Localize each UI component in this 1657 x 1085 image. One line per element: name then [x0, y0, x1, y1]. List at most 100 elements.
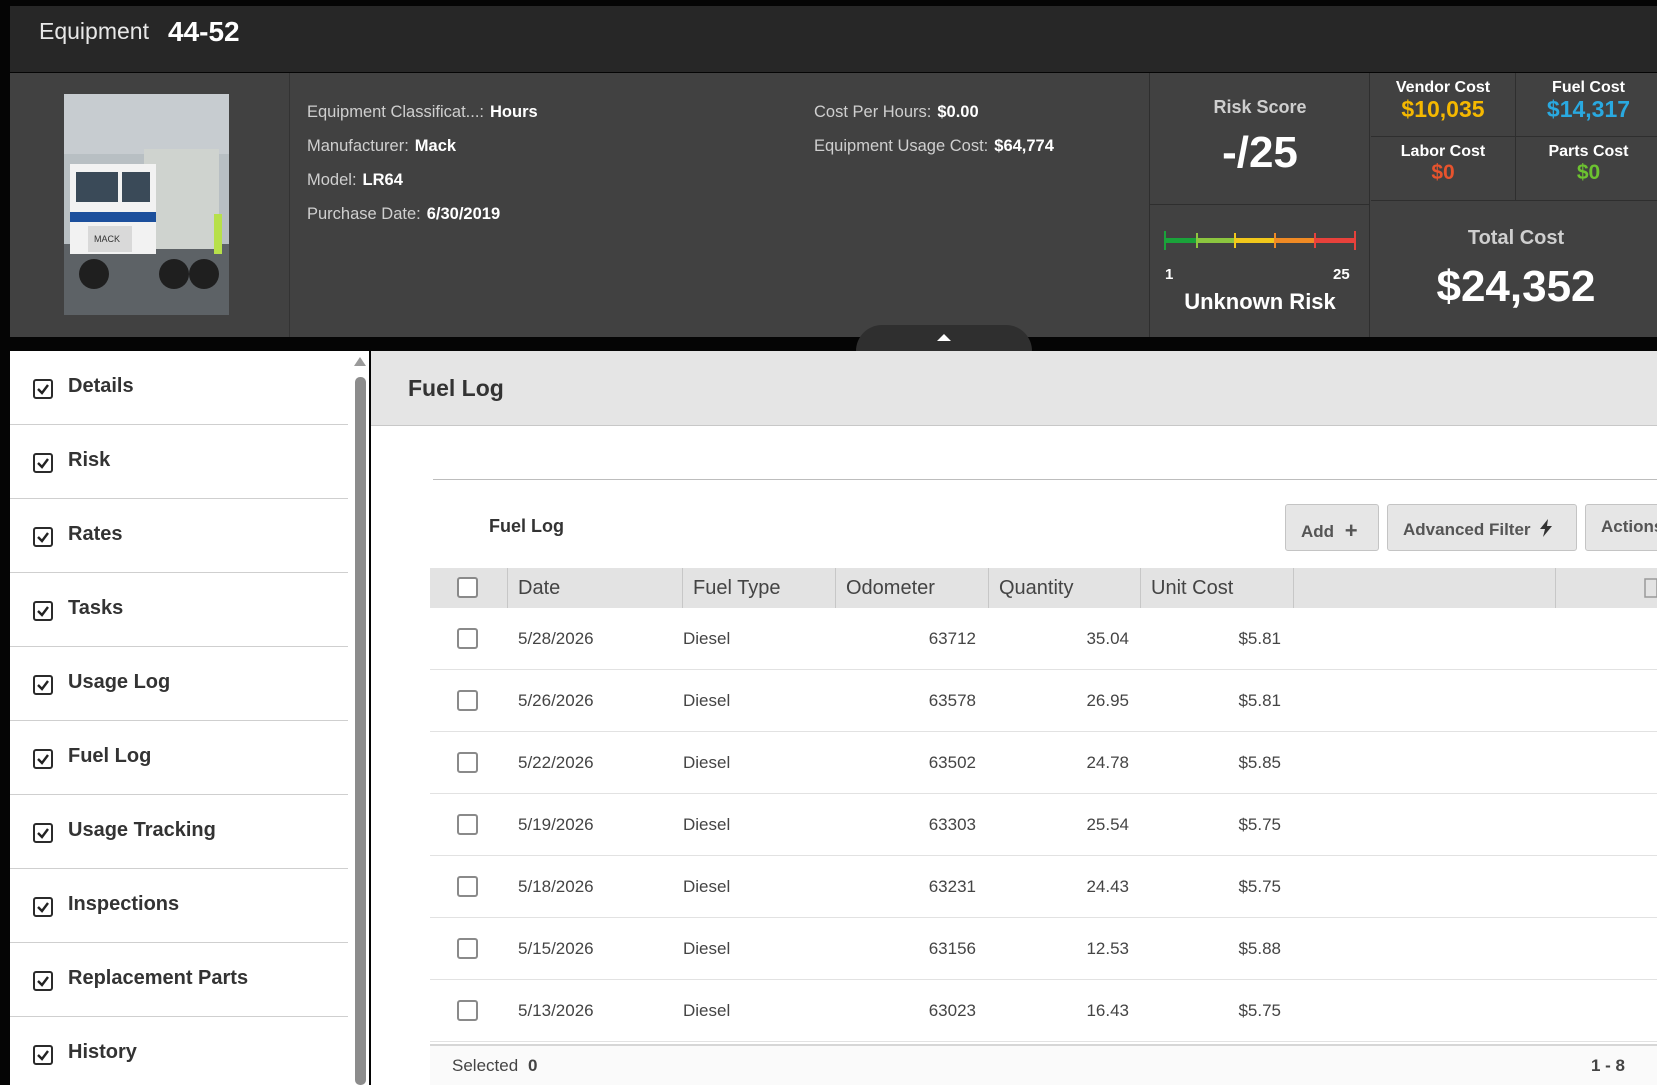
vendor-cost-label: Vendor Cost [1395, 79, 1491, 96]
sidebar-item-label: Rates [68, 523, 123, 545]
fuel-cost-label: Fuel Cost [1552, 79, 1625, 96]
column-header-unit-cost[interactable]: Unit Cost [1141, 568, 1294, 608]
cell-odometer: 63023 [928, 1001, 976, 1020]
sidebar-item-label: History [68, 1041, 137, 1063]
column-header-quantity[interactable]: Quantity [989, 568, 1141, 608]
sidebar-item-details[interactable]: Details [10, 351, 348, 425]
vendor-cost: Vendor Cost $10,035 [1371, 73, 1516, 137]
checkbox-checked-icon[interactable] [33, 971, 53, 991]
labor-cost-value: $0 [1431, 161, 1455, 184]
advanced-filter-button[interactable]: Advanced Filter [1387, 504, 1577, 551]
sidebar-item-label: Usage Tracking [68, 819, 216, 841]
sidebar-item-risk[interactable]: Risk [10, 425, 348, 499]
column-header-odometer[interactable]: Odometer [836, 568, 989, 608]
row-checkbox[interactable] [457, 814, 478, 835]
row-checkbox[interactable] [457, 690, 478, 711]
divider [1150, 204, 1370, 205]
risk-score-label: Risk Score [1213, 97, 1307, 117]
column-header-date[interactable]: Date [508, 568, 683, 608]
cell-date: 5/26/2026 [518, 691, 594, 710]
checkbox-checked-icon[interactable] [33, 749, 53, 769]
cost-fields: Cost Per Hours: $0.00 Equipment Usage Cos… [814, 103, 1054, 171]
table-row[interactable]: 5/15/2026 Diesel 63156 12.53 $5.88 [430, 918, 1657, 980]
cell-odometer: 63303 [928, 815, 976, 834]
checkbox-checked-icon[interactable] [33, 527, 53, 547]
table-row[interactable]: 5/26/2026 Diesel 63578 26.95 $5.81 [430, 670, 1657, 732]
cell-unit-cost: $5.75 [1238, 877, 1281, 896]
select-all-checkbox[interactable] [457, 577, 478, 598]
table-row[interactable]: 5/28/2026 Diesel 63712 35.04 $5.81 [430, 608, 1657, 670]
collapse-panel-button[interactable] [856, 325, 1032, 351]
cell-odometer: 63502 [928, 753, 976, 772]
cell-fuel-type: Diesel [683, 939, 731, 958]
checkbox-checked-icon[interactable] [33, 453, 53, 473]
cell-fuel-type: Diesel [683, 753, 731, 772]
checkbox-checked-icon[interactable] [33, 675, 53, 695]
cell-unit-cost: $5.75 [1238, 815, 1281, 834]
cell-fuel-type: Diesel [683, 815, 731, 834]
field-value: $64,774 [994, 137, 1054, 155]
paging-info: 1 - 8 [1591, 1056, 1626, 1075]
row-checkbox[interactable] [457, 628, 478, 649]
add-button-label: Add [1301, 522, 1335, 541]
checkbox-checked-icon[interactable] [33, 379, 53, 399]
row-checkbox[interactable] [457, 1000, 478, 1021]
sidebar-item-label: Tasks [68, 597, 124, 619]
equipment-id: 44-52 [168, 16, 240, 47]
field-label: Equipment Classificat...: [307, 103, 484, 121]
table-row[interactable]: 5/22/2026 Diesel 63502 24.78 $5.85 [430, 732, 1657, 794]
app-window: Equipment 44-52 MACK Equipment Classific… [0, 0, 1657, 1085]
scroll-up-arrow-icon[interactable] [354, 357, 366, 366]
cell-unit-cost: $5.75 [1238, 1001, 1281, 1020]
divider [433, 479, 1657, 480]
column-menu-icon[interactable] [1644, 578, 1657, 598]
sidebar-item-history[interactable]: History [10, 1017, 348, 1085]
title-bar: Equipment 44-52 [10, 6, 1657, 72]
row-checkbox[interactable] [457, 752, 478, 773]
grid-footer: Selected 0 1 - 8 [430, 1044, 1657, 1085]
table-row[interactable]: 5/18/2026 Diesel 63231 24.43 $5.75 [430, 856, 1657, 918]
sidebar-item-replacement-parts[interactable]: Replacement Parts [10, 943, 348, 1017]
sidebar-item-usage-log[interactable]: Usage Log [10, 647, 348, 721]
scrollbar-thumb[interactable] [355, 377, 366, 1085]
cell-date: 5/13/2026 [518, 1001, 594, 1020]
sidebar-item-fuel-log[interactable]: Fuel Log [10, 721, 348, 795]
checkbox-checked-icon[interactable] [33, 897, 53, 917]
sidebar-scrollbar[interactable] [354, 357, 366, 1085]
cell-quantity: 26.95 [1086, 691, 1129, 710]
cell-odometer: 63578 [928, 691, 976, 710]
cell-unit-cost: $5.81 [1238, 691, 1281, 710]
equipment-photo[interactable]: MACK [64, 94, 229, 315]
sidebar-item-usage-tracking[interactable]: Usage Tracking [10, 795, 348, 869]
checkbox-checked-icon[interactable] [33, 823, 53, 843]
add-button[interactable]: Add + [1285, 504, 1379, 551]
table-row[interactable]: 5/19/2026 Diesel 63303 25.54 $5.75 [430, 794, 1657, 856]
row-checkbox[interactable] [457, 938, 478, 959]
field-manufacturer: Manufacturer: Mack [307, 137, 538, 171]
checkbox-checked-icon[interactable] [33, 1045, 53, 1065]
select-all-cell [430, 568, 508, 608]
risk-score-panel: Risk Score -/25 1 25 Unknown Risk [1149, 73, 1370, 337]
row-checkbox[interactable] [457, 876, 478, 897]
lightning-icon [1540, 519, 1553, 537]
cell-odometer: 63231 [928, 877, 976, 896]
total-cost-label: Total Cost [1467, 227, 1565, 249]
grid-title: Fuel Log [489, 516, 564, 536]
section-sidebar: Details Risk Rates Tasks Usage Log Fuel … [10, 351, 369, 1085]
cell-unit-cost: $5.81 [1238, 629, 1281, 648]
table-row[interactable]: 5/13/2026 Diesel 63023 16.43 $5.75 [430, 980, 1657, 1042]
field-value: LR64 [362, 171, 403, 189]
selected-count: 0 [528, 1056, 538, 1075]
cell-quantity: 16.43 [1086, 1001, 1129, 1020]
column-header-fuel-type[interactable]: Fuel Type [683, 568, 836, 608]
sidebar-item-rates[interactable]: Rates [10, 499, 348, 573]
total-cost-value: $24,352 [1436, 262, 1596, 311]
labor-cost-label: Labor Cost [1400, 143, 1486, 160]
sidebar-item-inspections[interactable]: Inspections [10, 869, 348, 943]
labor-cost: Labor Cost $0 [1371, 137, 1516, 201]
actions-button[interactable]: Actions [1585, 504, 1657, 551]
checkbox-checked-icon[interactable] [33, 601, 53, 621]
grid-header: Date Fuel Type Odometer Quantity Unit Co… [430, 568, 1657, 608]
sidebar-item-tasks[interactable]: Tasks [10, 573, 348, 647]
field-label: Cost Per Hours: [814, 103, 932, 121]
